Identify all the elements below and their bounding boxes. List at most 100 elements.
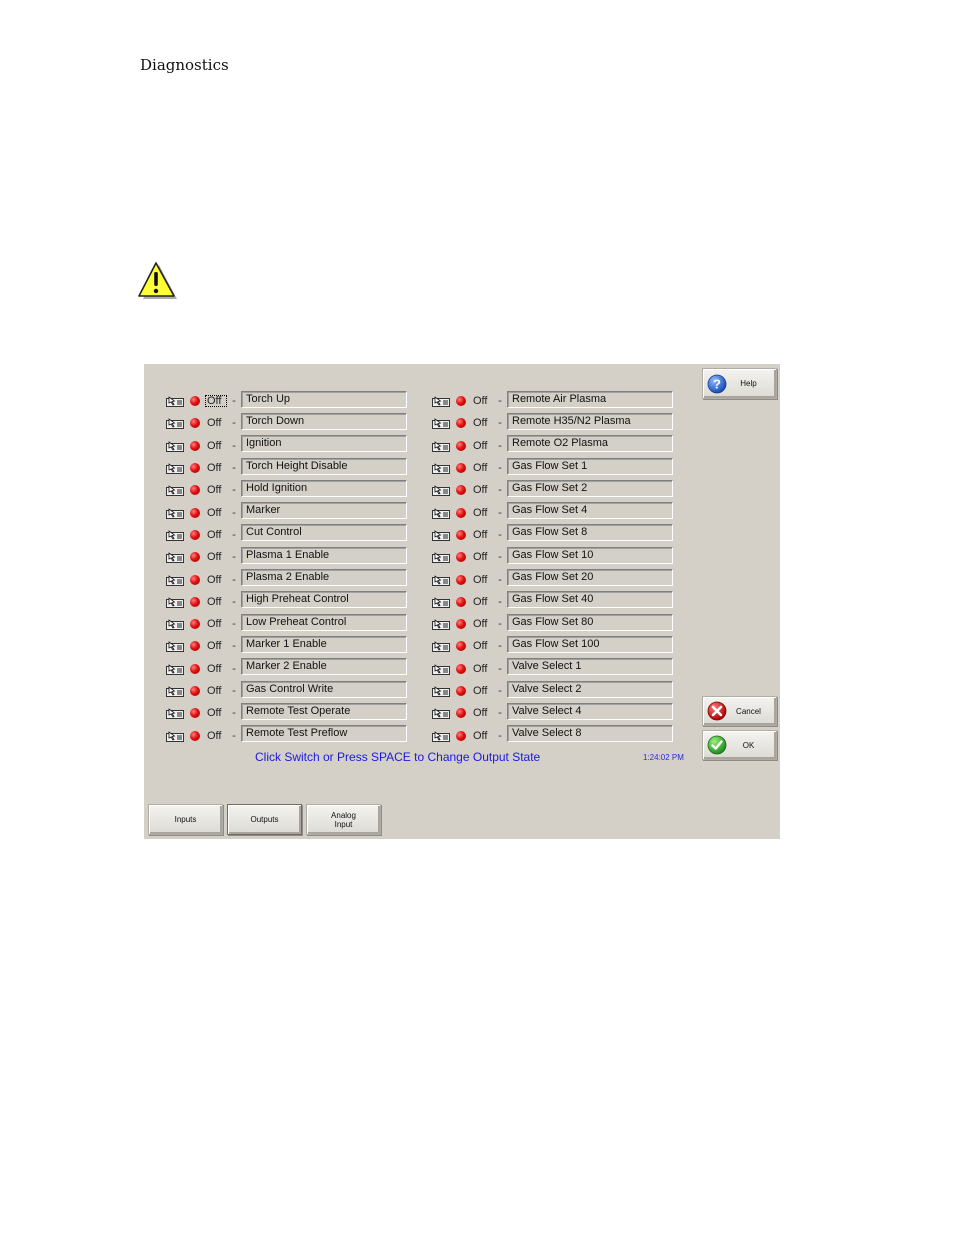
toggle-switch-icon[interactable] (432, 529, 450, 541)
toggle-switch-icon[interactable] (166, 707, 184, 720)
tab-outputs[interactable]: Outputs (227, 804, 302, 835)
toggle-switch-icon[interactable] (432, 395, 450, 408)
output-row: Off - Hold Ignition (166, 479, 407, 501)
output-state[interactable]: Off (471, 640, 493, 652)
output-row: Off - Torch Height Disable (166, 457, 407, 479)
status-led-icon (190, 507, 200, 518)
status-led-icon (190, 619, 200, 630)
output-state[interactable]: Off (205, 529, 227, 541)
toggle-switch-icon[interactable] (166, 596, 184, 608)
toggle-switch-icon[interactable] (432, 462, 450, 475)
output-state[interactable]: Off (471, 551, 493, 563)
output-state[interactable]: Off (205, 462, 227, 474)
output-state[interactable]: Off (471, 685, 493, 697)
output-row: Off - Remote Air Plasma (432, 390, 673, 412)
output-state[interactable]: Off (205, 551, 227, 563)
help-button[interactable]: ? Help (702, 368, 777, 399)
output-state[interactable]: Off (471, 618, 493, 630)
output-state[interactable]: Off (205, 663, 227, 675)
status-led-icon (190, 396, 200, 407)
output-row: Off - Low Preheat Control (166, 613, 407, 635)
output-row: Off - Marker 1 Enable (166, 635, 407, 657)
output-state[interactable]: Off (205, 685, 227, 697)
ok-check-icon (707, 735, 727, 755)
tab-analog-input[interactable]: Analog Input (306, 804, 381, 835)
toggle-switch-icon[interactable] (166, 417, 184, 430)
toggle-switch-icon[interactable] (166, 730, 184, 742)
output-row: Off - Gas Flow Set 8 (432, 524, 673, 546)
output-state[interactable]: Off (205, 507, 227, 519)
output-state[interactable]: Off (471, 440, 493, 452)
output-state[interactable]: Off (205, 574, 227, 586)
output-state[interactable]: Off (205, 440, 227, 452)
output-state[interactable]: Off (471, 417, 493, 429)
output-state[interactable]: Off (471, 484, 493, 496)
toggle-switch-icon[interactable] (166, 663, 184, 675)
output-state[interactable]: Off (471, 663, 493, 675)
output-row: Off - Valve Select 4 (432, 702, 673, 724)
separator: - (498, 640, 502, 653)
toggle-switch-icon[interactable] (166, 618, 184, 631)
output-row: Off - Gas Flow Set 80 (432, 613, 673, 635)
output-state[interactable]: Off (205, 596, 227, 608)
toggle-switch-icon[interactable] (432, 551, 450, 564)
toggle-switch-icon[interactable] (432, 417, 450, 430)
output-state[interactable]: Off (205, 730, 227, 742)
output-state[interactable]: Off (471, 529, 493, 541)
toggle-switch-icon[interactable] (432, 685, 450, 697)
output-name-field: Remote Test Preflow (241, 725, 407, 743)
toggle-switch-icon[interactable] (166, 574, 184, 586)
toggle-switch-icon[interactable] (166, 507, 184, 519)
toggle-switch-icon[interactable] (432, 484, 450, 497)
toggle-switch-icon[interactable] (166, 484, 184, 497)
output-state[interactable]: Off (205, 417, 227, 429)
output-name-field: Gas Flow Set 1 (507, 457, 673, 475)
output-state[interactable]: Off (471, 730, 493, 742)
cancel-button[interactable]: Cancel (702, 696, 777, 726)
output-state[interactable]: Off (205, 484, 227, 496)
output-state[interactable]: Off (205, 707, 227, 719)
toggle-switch-icon[interactable] (432, 596, 450, 608)
toggle-switch-icon[interactable] (432, 618, 450, 631)
separator: - (232, 439, 236, 452)
ok-button[interactable]: OK (702, 730, 777, 760)
separator: - (498, 439, 502, 452)
output-state[interactable]: Off (471, 507, 493, 519)
output-state[interactable]: Off (205, 395, 227, 408)
toggle-switch-icon[interactable] (432, 574, 450, 586)
output-name-field: Cut Control (241, 524, 407, 542)
separator: - (232, 707, 236, 720)
toggle-switch-icon[interactable] (166, 529, 184, 541)
output-state[interactable]: Off (205, 618, 227, 630)
toggle-switch-icon[interactable] (432, 663, 450, 675)
separator: - (232, 462, 236, 475)
separator: - (498, 618, 502, 631)
toggle-switch-icon[interactable] (166, 551, 184, 564)
output-name-field: Gas Flow Set 20 (507, 569, 673, 587)
toggle-switch-icon[interactable] (432, 707, 450, 720)
toggle-switch-icon[interactable] (432, 440, 450, 452)
status-led-icon (190, 463, 200, 474)
toggle-switch-icon[interactable] (166, 395, 184, 408)
toggle-switch-icon[interactable] (166, 462, 184, 475)
toggle-switch-icon[interactable] (432, 730, 450, 742)
output-row: Off - Marker (166, 501, 407, 523)
status-led-icon (190, 686, 200, 696)
output-row: Off - Valve Select 2 (432, 680, 673, 702)
separator: - (232, 484, 236, 497)
output-state[interactable]: Off (471, 395, 493, 407)
output-row: Off - Gas Flow Set 20 (432, 568, 673, 590)
toggle-switch-icon[interactable] (166, 685, 184, 697)
toggle-switch-icon[interactable] (432, 640, 450, 653)
output-state[interactable]: Off (471, 574, 493, 586)
output-state[interactable]: Off (205, 640, 227, 652)
output-state[interactable]: Off (471, 596, 493, 608)
tab-inputs[interactable]: Inputs (148, 804, 223, 835)
output-state[interactable]: Off (471, 707, 493, 719)
toggle-switch-icon[interactable] (166, 640, 184, 653)
toggle-switch-icon[interactable] (166, 440, 184, 452)
output-name-field: Gas Flow Set 2 (507, 479, 673, 497)
output-row: Off - Remote Test Operate (166, 702, 407, 724)
toggle-switch-icon[interactable] (432, 507, 450, 519)
output-state[interactable]: Off (471, 462, 493, 474)
